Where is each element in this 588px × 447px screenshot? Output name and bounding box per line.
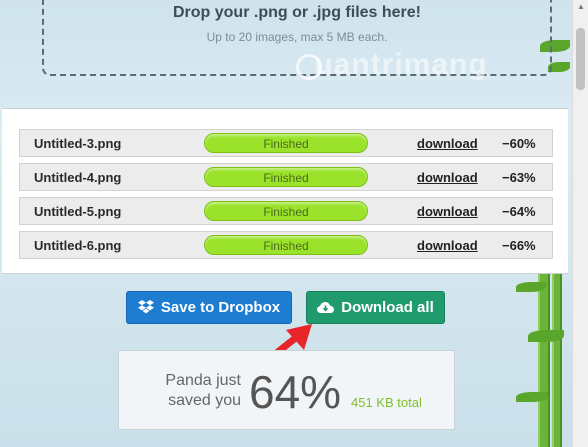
progress-status: Finished <box>263 205 309 219</box>
file-name: Untitled-3.png <box>34 136 122 151</box>
file-name: Untitled-4.png <box>34 170 122 185</box>
progress-status: Finished <box>263 239 309 253</box>
progress-status: Finished <box>263 171 309 185</box>
file-name: Untitled-6.png <box>34 238 122 253</box>
watermark-text: Quantrimang <box>314 48 488 81</box>
savings-prefix: Panda just saved you <box>165 372 241 409</box>
cloud-download-icon <box>317 302 335 313</box>
progress-bar: Finished <box>204 133 368 153</box>
progress-bar: Finished <box>204 201 368 221</box>
download-link[interactable]: download <box>417 204 478 219</box>
progress-bar: Finished <box>204 235 368 255</box>
saving-percent: −66% <box>502 238 536 253</box>
tinypng-page: Drop your .png or .jpg files here! Up to… <box>0 0 572 447</box>
vertical-scrollbar[interactable]: ▲ <box>572 0 588 447</box>
savings-total: 451 KB total <box>351 395 422 410</box>
bamboo-leaf <box>516 282 546 292</box>
bamboo-leaf <box>516 392 548 402</box>
scroll-up-arrow-icon[interactable]: ▲ <box>573 0 588 14</box>
download-link[interactable]: download <box>417 136 478 151</box>
file-row: Untitled-6.png Finished download −66% <box>19 231 553 259</box>
saving-percent: −64% <box>502 204 536 219</box>
download-all-label: Download all <box>341 299 434 316</box>
bamboo-decoration <box>538 270 550 447</box>
file-row: Untitled-5.png Finished download −64% <box>19 197 553 225</box>
scrollbar-thumb[interactable] <box>576 28 585 90</box>
file-name: Untitled-5.png <box>34 204 122 219</box>
bamboo-leaf <box>528 330 564 342</box>
saving-percent: −63% <box>502 170 536 185</box>
download-link[interactable]: download <box>417 170 478 185</box>
dropbox-icon <box>137 300 154 314</box>
download-all-button[interactable]: Download all <box>306 291 445 324</box>
savings-percent: 64% <box>249 366 342 418</box>
dropzone-title: Drop your .png or .jpg files here! <box>172 4 421 21</box>
progress-status: Finished <box>263 137 309 151</box>
progress-bar: Finished <box>204 167 368 187</box>
dropbox-button-label: Save to Dropbox <box>160 299 281 316</box>
file-row: Untitled-4.png Finished download −63% <box>19 163 553 191</box>
file-list-panel: Untitled-3.png Finished download −60% Un… <box>2 108 568 274</box>
savings-summary: Panda just saved you 64% 451 KB total <box>118 350 455 430</box>
dropzone-subtitle: Up to 20 images, max 5 MB each. <box>206 30 388 44</box>
saving-percent: −60% <box>502 136 536 151</box>
file-row: Untitled-3.png Finished download −60% <box>19 129 553 157</box>
download-link[interactable]: download <box>417 238 478 253</box>
bamboo-decoration <box>552 255 562 447</box>
